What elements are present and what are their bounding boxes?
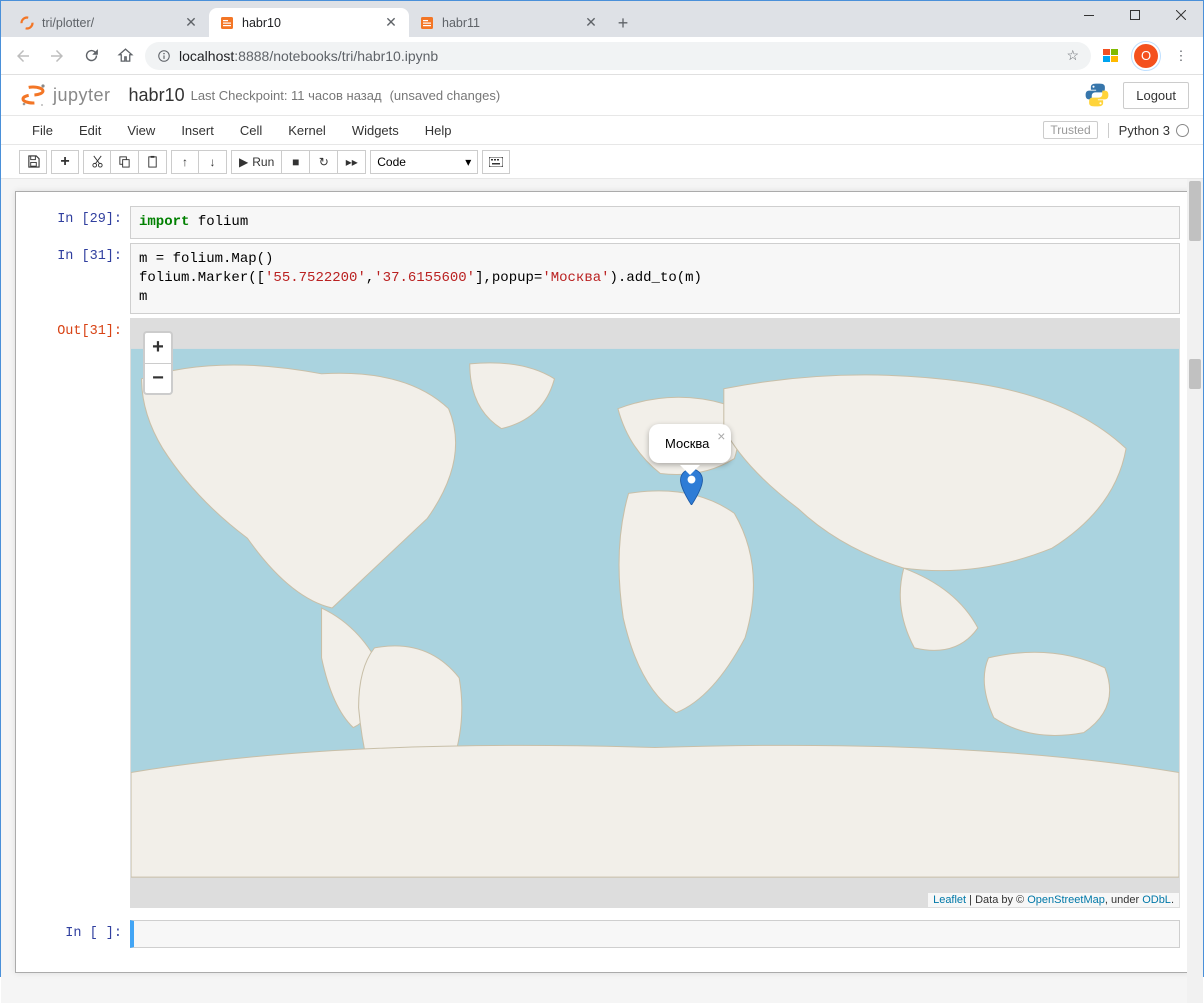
- menu-help[interactable]: Help: [412, 116, 465, 144]
- close-tab-icon[interactable]: ✕: [383, 15, 399, 31]
- new-tab-button[interactable]: +: [609, 9, 637, 37]
- notebook-favicon-icon: [219, 15, 235, 31]
- code-cell[interactable]: In [31]: m = folium.Map() folium.Marker(…: [24, 243, 1180, 314]
- url-text: localhost:8888/notebooks/tri/habr10.ipyn…: [179, 48, 438, 64]
- notebook-favicon-icon: [419, 15, 435, 31]
- popup-text: Москва: [665, 436, 709, 451]
- trusted-indicator[interactable]: Trusted: [1043, 121, 1097, 139]
- tab-title: tri/plotter/: [42, 16, 176, 30]
- info-icon: [157, 49, 171, 63]
- move-down-button[interactable]: ↓: [199, 150, 227, 174]
- move-up-button[interactable]: ↑: [171, 150, 199, 174]
- notebook-container: In [29]: import folium In [31]: m = foli…: [1, 179, 1203, 1003]
- map-attribution: Leaflet | Data by © OpenStreetMap, under…: [928, 893, 1179, 907]
- jupyter-favicon-icon: [19, 15, 35, 31]
- save-button[interactable]: [19, 150, 47, 174]
- menu-file[interactable]: File: [19, 116, 66, 144]
- profile-avatar[interactable]: O: [1131, 41, 1161, 71]
- close-tab-icon[interactable]: ✕: [183, 15, 199, 31]
- reload-button[interactable]: [77, 42, 105, 70]
- autosave-text: (unsaved changes): [390, 88, 501, 103]
- tab-plotter[interactable]: tri/plotter/ ✕: [9, 8, 209, 37]
- menu-view[interactable]: View: [114, 116, 168, 144]
- input-prompt: In [ ]:: [24, 920, 130, 948]
- kernel-name[interactable]: Python 3: [1108, 123, 1189, 138]
- menu-cell[interactable]: Cell: [227, 116, 275, 144]
- copy-button[interactable]: [111, 150, 139, 174]
- tab-habr11[interactable]: habr11 ✕: [409, 8, 609, 37]
- menu-insert[interactable]: Insert: [168, 116, 227, 144]
- map-marker[interactable]: Москва ×: [679, 469, 704, 505]
- menu-kernel[interactable]: Kernel: [275, 116, 339, 144]
- notebook-header: jupyter habr10 Last Checkpoint: 11 часов…: [1, 75, 1203, 115]
- code-input[interactable]: import folium: [130, 206, 1180, 239]
- interrupt-button[interactable]: ■: [282, 150, 310, 174]
- tab-habr10[interactable]: habr10 ✕: [209, 8, 409, 37]
- output-prompt: Out[31]:: [24, 318, 130, 908]
- browser-menu-button[interactable]: ⋮: [1167, 42, 1195, 70]
- code-cell-active[interactable]: In [ ]:: [24, 920, 1180, 948]
- jupyter-logo-text: jupyter: [53, 85, 111, 106]
- map-tiles: [131, 319, 1179, 907]
- close-window-button[interactable]: [1158, 0, 1204, 30]
- python-logo-icon: [1083, 81, 1111, 109]
- run-button[interactable]: ▶ Run: [231, 150, 282, 174]
- window-controls: [1066, 0, 1204, 30]
- menu-edit[interactable]: Edit: [66, 116, 114, 144]
- notebook-inner: In [29]: import folium In [31]: m = foli…: [15, 191, 1189, 973]
- scroll-thumb[interactable]: [1189, 181, 1201, 241]
- scrollbar[interactable]: [1187, 179, 1203, 1003]
- logout-button[interactable]: Logout: [1123, 82, 1189, 109]
- maximize-button[interactable]: [1112, 0, 1158, 30]
- jupyter-logo[interactable]: jupyter: [19, 81, 111, 109]
- paste-button[interactable]: [139, 150, 167, 174]
- bookmark-star-icon[interactable]: ☆: [1066, 47, 1079, 64]
- restart-run-all-button[interactable]: ▸▸: [338, 150, 366, 174]
- input-prompt: In [29]:: [24, 206, 130, 239]
- zoom-control: + −: [143, 331, 173, 395]
- zoom-out-button[interactable]: −: [145, 363, 171, 393]
- browser-chrome: tri/plotter/ ✕ habr10 ✕ habr11 ✕ + local…: [1, 1, 1203, 75]
- folium-map[interactable]: + − Москва × Leaflet | Data by © OpenStr…: [130, 318, 1180, 908]
- tab-title: habr10: [242, 16, 376, 30]
- menu-widgets[interactable]: Widgets: [339, 116, 412, 144]
- jupyter-app: jupyter habr10 Last Checkpoint: 11 часов…: [1, 75, 1203, 1003]
- restart-button[interactable]: ↻: [310, 150, 338, 174]
- command-palette-button[interactable]: [482, 150, 510, 174]
- tabstrip: tri/plotter/ ✕ habr10 ✕ habr11 ✕ +: [1, 1, 1203, 37]
- osm-link[interactable]: OpenStreetMap: [1027, 894, 1105, 906]
- close-tab-icon[interactable]: ✕: [583, 15, 599, 31]
- cut-button[interactable]: [83, 150, 111, 174]
- code-input[interactable]: [130, 920, 1180, 948]
- marker-popup: Москва ×: [649, 424, 731, 463]
- toolbar: + ↑ ↓ ▶ Run ■ ↻ ▸▸ Code▾: [1, 145, 1203, 179]
- forward-button[interactable]: [43, 42, 71, 70]
- home-button[interactable]: [111, 42, 139, 70]
- zoom-in-button[interactable]: +: [145, 333, 171, 363]
- output-cell: Out[31]:: [24, 318, 1180, 908]
- notebook-name[interactable]: habr10: [129, 85, 185, 106]
- leaflet-link[interactable]: Leaflet: [933, 894, 966, 906]
- address-bar: localhost:8888/notebooks/tri/habr10.ipyn…: [1, 37, 1203, 75]
- code-input[interactable]: m = folium.Map() folium.Marker(['55.7522…: [130, 243, 1180, 314]
- add-cell-button[interactable]: +: [51, 150, 79, 174]
- code-cell[interactable]: In [29]: import folium: [24, 206, 1180, 239]
- minimize-button[interactable]: [1066, 0, 1112, 30]
- cell-type-select[interactable]: Code▾: [370, 150, 478, 174]
- kernel-idle-icon: [1176, 124, 1189, 137]
- url-input[interactable]: localhost:8888/notebooks/tri/habr10.ipyn…: [145, 42, 1091, 70]
- popup-close-icon[interactable]: ×: [717, 428, 725, 444]
- input-prompt: In [31]:: [24, 243, 130, 314]
- scroll-thumb[interactable]: [1189, 359, 1201, 389]
- windows-ext-icon[interactable]: [1097, 42, 1125, 70]
- output-area: + − Москва × Leaflet | Data by © OpenStr…: [130, 318, 1180, 908]
- back-button[interactable]: [9, 42, 37, 70]
- checkpoint-text: Last Checkpoint: 11 часов назад: [191, 88, 382, 103]
- tab-title: habr11: [442, 16, 576, 30]
- menubar: File Edit View Insert Cell Kernel Widget…: [1, 115, 1203, 145]
- odbl-link[interactable]: ODbL: [1142, 894, 1171, 906]
